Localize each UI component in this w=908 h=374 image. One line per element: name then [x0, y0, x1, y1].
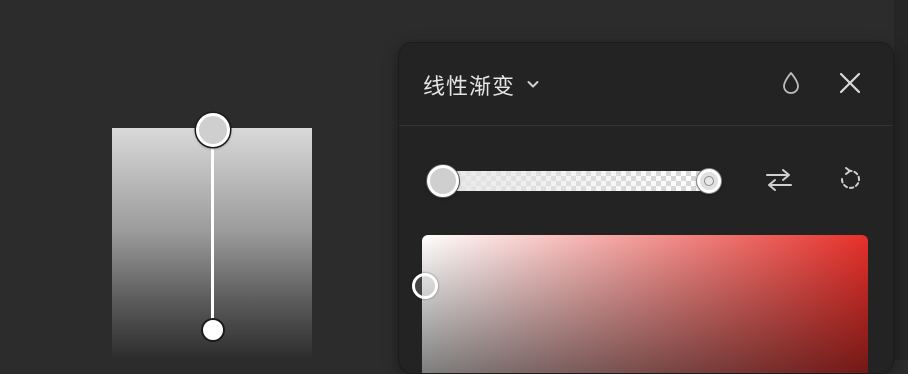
- rotate-gradient-button[interactable]: [835, 167, 865, 197]
- swap-stops-button[interactable]: [764, 167, 794, 197]
- gradient-direction-line: [211, 130, 214, 330]
- gradient-panel: 线性渐变: [398, 42, 894, 374]
- panel-header: 线性渐变: [399, 43, 893, 125]
- droplet-icon: [780, 71, 802, 99]
- close-icon: [838, 71, 862, 99]
- color-picker-handle[interactable]: [412, 273, 438, 299]
- right-edge-strip: [894, 0, 908, 360]
- gradient-end-handle[interactable]: [201, 318, 225, 342]
- saturation-brightness-field[interactable]: [422, 235, 868, 373]
- swap-arrows-icon: [765, 167, 793, 197]
- panel-title: 线性渐变: [423, 75, 516, 100]
- chevron-down-icon: [525, 76, 541, 96]
- rotate-icon: [836, 166, 864, 198]
- opacity-button[interactable]: [777, 71, 805, 99]
- header-divider: [399, 125, 893, 126]
- gradient-stop-right[interactable]: [697, 169, 721, 193]
- gradient-stop-left[interactable]: [427, 165, 459, 197]
- close-button[interactable]: [836, 71, 864, 99]
- gradient-stops-fill: [441, 171, 711, 191]
- gradient-start-handle[interactable]: [196, 113, 230, 147]
- gradient-type-dropdown[interactable]: 线性渐变: [423, 69, 541, 101]
